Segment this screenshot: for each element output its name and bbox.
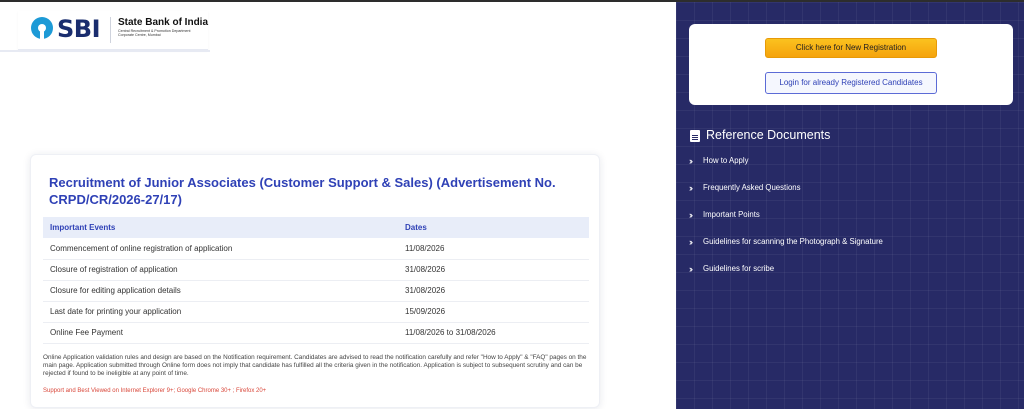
date-cell: 15/09/2026 (398, 301, 589, 323)
chevron-right-icon: ›› (689, 156, 693, 166)
page-title: Recruitment of Junior Associates (Custom… (49, 175, 556, 207)
reference-link-faq[interactable]: ›› Frequently Asked Questions (689, 181, 1009, 208)
event-cell: Closure of registration of application (43, 259, 398, 281)
date-cell: 31/08/2026 (398, 280, 589, 302)
chevron-right-icon: ›› (689, 264, 693, 274)
logo-text: SBI (57, 15, 101, 43)
reference-link-label: Frequently Asked Questions (703, 183, 801, 192)
bank-subtitle: Central Recruitment & Promotion Departme… (118, 29, 191, 38)
registration-card: Click here for New Registration Login fo… (689, 24, 1013, 105)
logo-divider (110, 17, 111, 43)
browser-support-note: Support and Best Viewed on Internet Expl… (43, 388, 267, 394)
event-cell: Closure for editing application details (43, 280, 398, 302)
reference-links: ›› How to Apply ›› Frequently Asked Ques… (689, 154, 1009, 289)
recruitment-card: Recruitment of Junior Associates (Custom… (30, 154, 600, 408)
sidebar-panel: Click here for New Registration Login fo… (676, 2, 1024, 409)
table-row: Closure for editing application details … (43, 280, 589, 302)
event-cell: Online Fee Payment (43, 322, 398, 344)
reference-link-label: Important Points (703, 210, 760, 219)
reference-link-important-points[interactable]: ›› Important Points (689, 208, 1009, 235)
table-row: Online Fee Payment 11/08/2026 to 31/08/2… (43, 322, 589, 344)
login-button[interactable]: Login for already Registered Candidates (765, 72, 937, 94)
reference-link-label: Guidelines for scribe (703, 264, 775, 273)
reference-link-how-to-apply[interactable]: ›› How to Apply (689, 154, 1009, 181)
reference-link-scribe-guidelines[interactable]: ›› Guidelines for scribe (689, 262, 1009, 289)
table-header-row: Important Events Dates (43, 217, 589, 238)
chevron-right-icon: ›› (689, 237, 693, 247)
sbi-logo[interactable]: SBI State Bank of India Central Recruitm… (18, 11, 208, 50)
reference-link-label: How to Apply (703, 156, 749, 165)
bank-name: State Bank of India (118, 17, 209, 28)
reference-link-photo-guidelines[interactable]: ›› Guidelines for scanning the Photograp… (689, 235, 1009, 262)
important-events-table: Important Events Dates Commencement of o… (43, 217, 589, 344)
column-header-dates: Dates (398, 217, 589, 238)
reference-link-label: Guidelines for scanning the Photograph &… (703, 237, 883, 246)
table-row: Last date for printing your application … (43, 301, 589, 323)
table-row: Closure of registration of application 3… (43, 259, 589, 281)
chevron-right-icon: ›› (689, 210, 693, 220)
sbi-logo-icon (31, 17, 53, 39)
date-cell: 11/08/2026 (398, 238, 589, 260)
event-cell: Last date for printing your application (43, 301, 398, 323)
main-area: SBI State Bank of India Central Recruitm… (0, 2, 676, 409)
column-header-events: Important Events (43, 217, 398, 238)
new-registration-button[interactable]: Click here for New Registration (765, 38, 937, 58)
validation-note: Online Application validation rules and … (43, 354, 587, 377)
event-cell: Commencement of online registration of a… (43, 238, 398, 260)
chevron-right-icon: ›› (689, 183, 693, 193)
reference-title: Reference Documents (706, 128, 831, 142)
document-icon (690, 130, 700, 142)
table-row: Commencement of online registration of a… (43, 238, 589, 260)
date-cell: 31/08/2026 (398, 259, 589, 281)
date-cell: 11/08/2026 to 31/08/2026 (398, 322, 589, 344)
header-divider (0, 50, 210, 52)
